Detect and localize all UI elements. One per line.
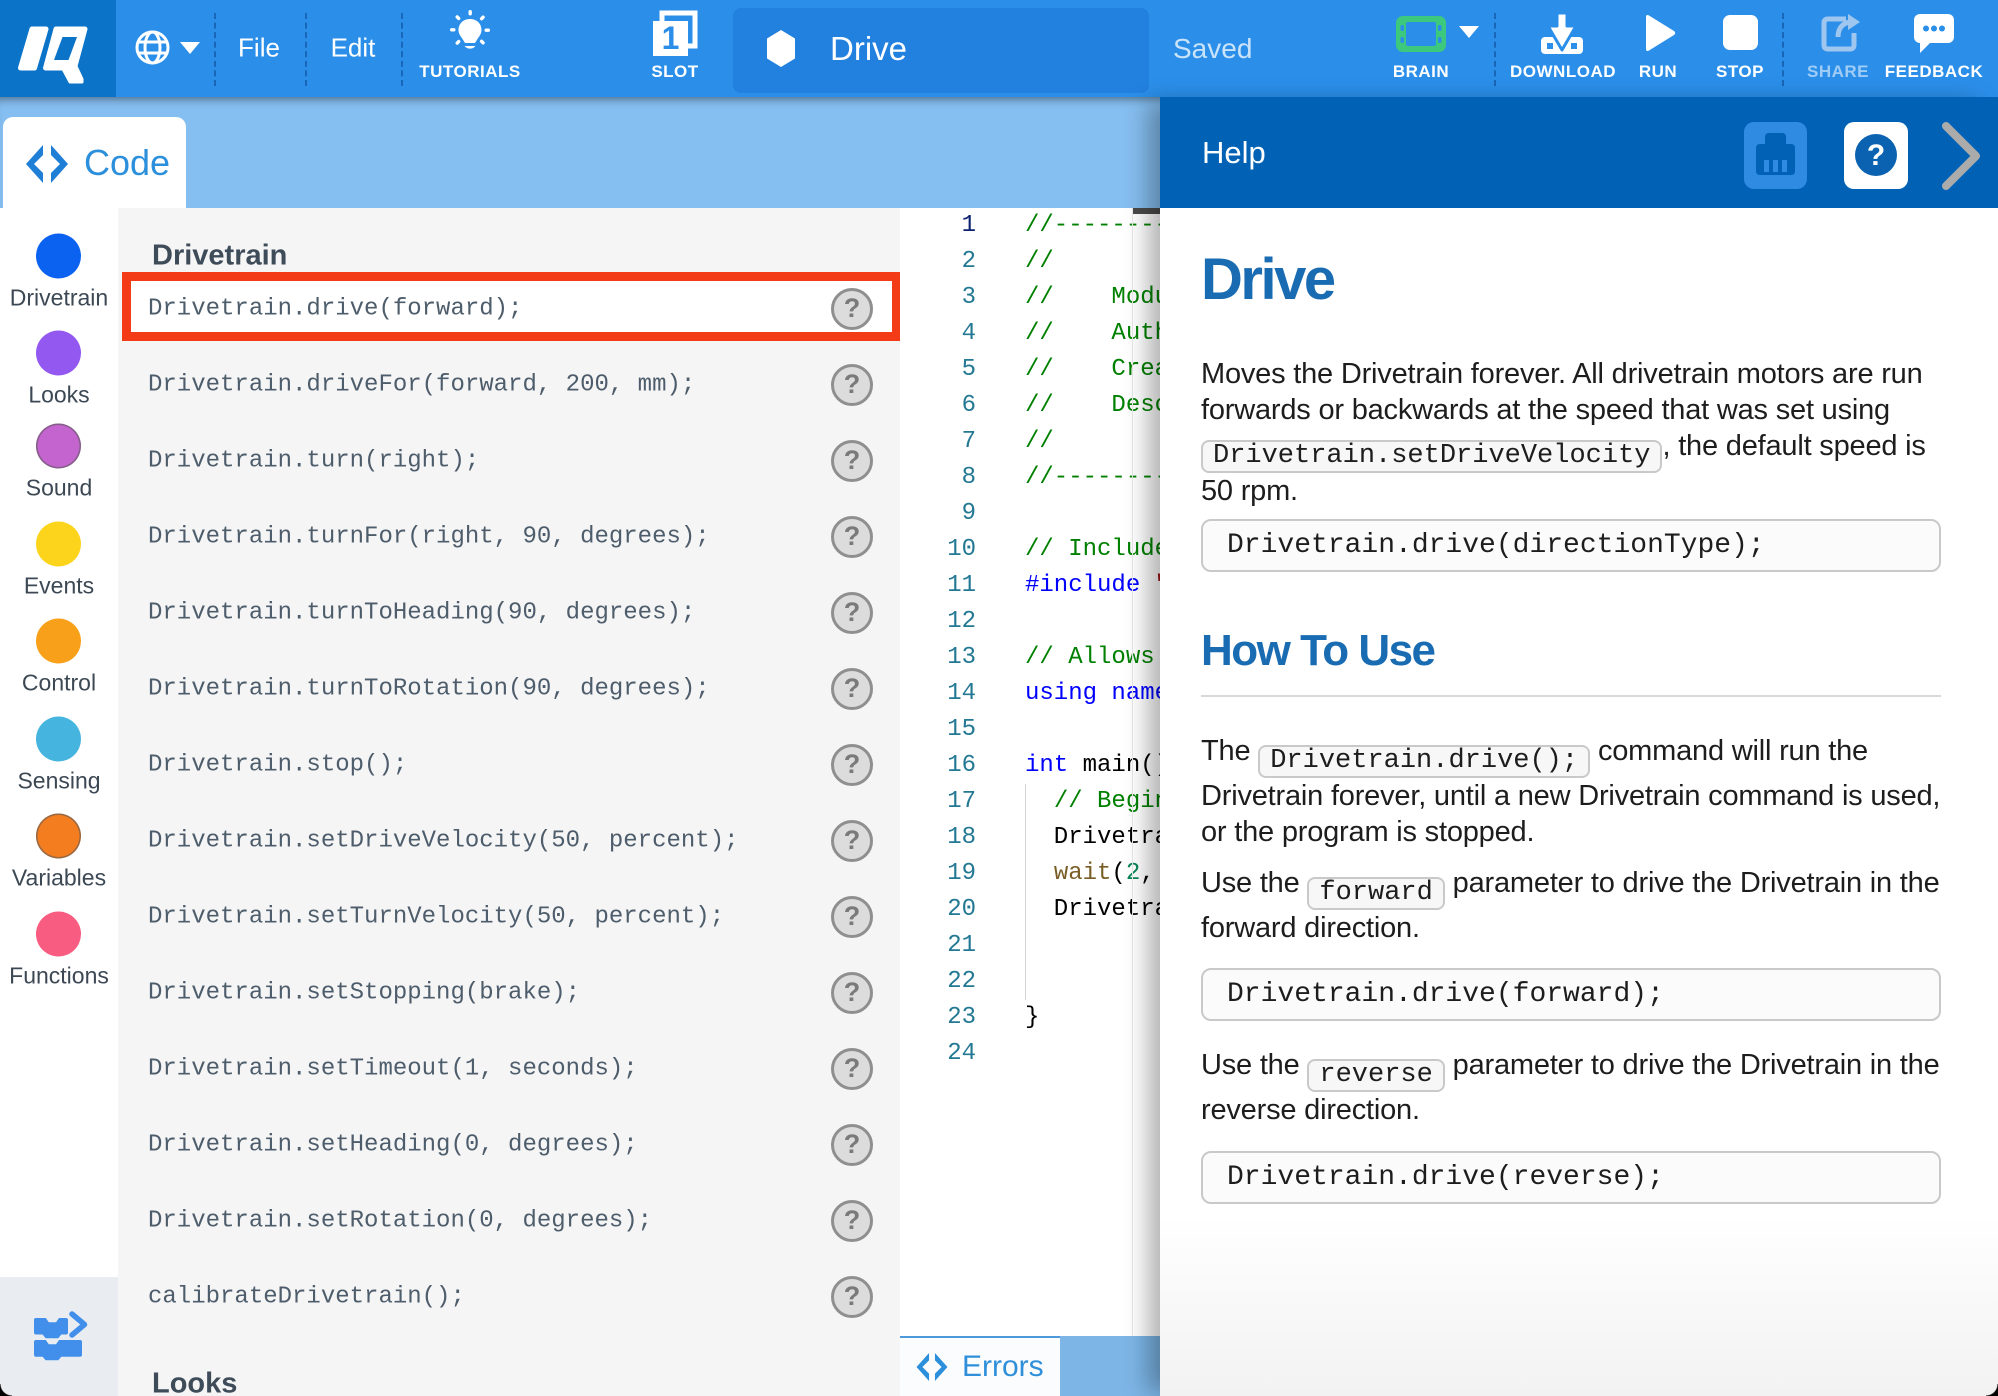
svg-text:1: 1 — [662, 20, 680, 56]
